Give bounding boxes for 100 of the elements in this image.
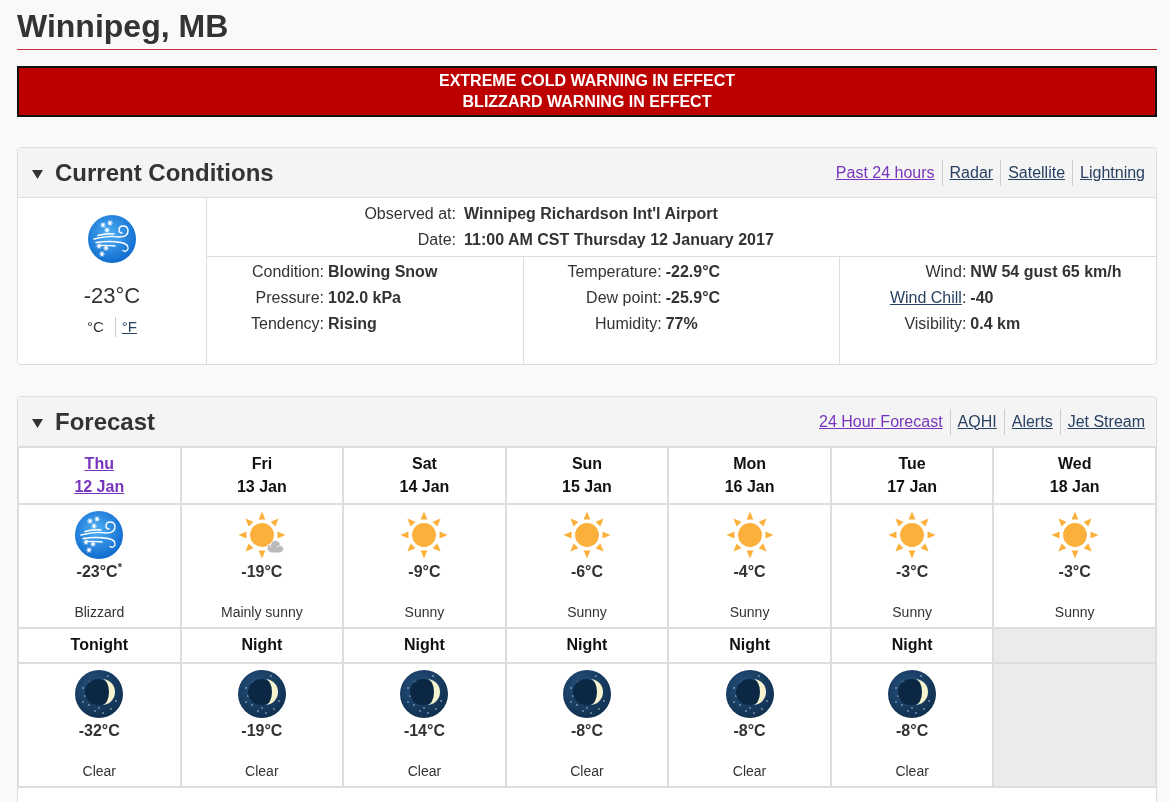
day-name: Tue [898, 454, 926, 474]
forecast-summary: Sunny [1054, 603, 1095, 621]
caret-icon[interactable] [32, 419, 43, 428]
crescent-moon-icon [400, 670, 449, 718]
day-name: Sun [571, 454, 603, 474]
forecast-summary: Sunny [404, 603, 445, 621]
field-value: NW 54 gust 65 km/h [970, 262, 1122, 282]
forecast-temperature: -4°C [733, 562, 766, 582]
section-title: Forecast [55, 406, 156, 437]
sun-icon [725, 511, 774, 559]
night-label: Night [404, 635, 445, 655]
unit-link[interactable]: °F [121, 317, 137, 337]
crescent-moon-icon [563, 670, 611, 718]
header-link[interactable]: Alerts [1011, 411, 1053, 432]
sun-icon [563, 511, 611, 559]
sun-icon [400, 511, 449, 559]
header-link[interactable]: Jet Stream [1067, 411, 1145, 432]
field-value: 0.4 km [970, 314, 1021, 334]
field-value: 11:00 AM CST Thursday 12 January 2017 [464, 230, 774, 250]
field-label: Condition: [251, 262, 324, 282]
warning-text: BLIZZARD WARNING IN EFFECT [462, 92, 712, 112]
forecast-summary: Sunny [567, 603, 607, 621]
header-link[interactable]: Lightning [1080, 162, 1145, 183]
field-value: Winnipeg Richardson Int'l Airport [464, 204, 718, 224]
field-label: Date: [417, 230, 456, 250]
day-date: 18 Jan [1049, 477, 1100, 497]
field-value: Blowing Snow [328, 262, 438, 282]
field-label: Humidity: [595, 314, 662, 334]
field-label: Wind: [925, 262, 967, 282]
forecast-temperature: -8°C [896, 721, 929, 741]
forecast-temperature: -9°C [408, 562, 441, 582]
caret-icon[interactable] [32, 170, 43, 179]
night-label: Night [729, 635, 770, 655]
day-link[interactable]: Thu 12 Jan [74, 452, 125, 498]
field-label: Wind Chill: [889, 288, 967, 308]
field-label: Pressure: [255, 288, 324, 308]
header-link[interactable]: Radar [949, 162, 994, 183]
night-label: Tonight [70, 635, 128, 655]
day-name: Fri [251, 454, 273, 474]
day-name: Mon [733, 454, 766, 474]
day-date: 15 Jan [562, 477, 612, 497]
forecast-summary: Clear [732, 762, 767, 780]
field-value: -22.9°C [665, 262, 721, 282]
blowing-snow-icon [75, 511, 124, 559]
forecast-summary: Clear [570, 762, 604, 780]
field-label-link[interactable]: Wind Chill [889, 289, 962, 306]
field-label: Visibility: [904, 314, 967, 334]
forecast-summary: Blizzard [74, 603, 125, 621]
field-value: 102.0 kPa [328, 288, 401, 308]
forecast-summary: Mainly sunny [221, 603, 303, 621]
day-date: 16 Jan [724, 477, 775, 497]
night-label: Night [891, 635, 933, 655]
field-label: Tendency: [251, 314, 324, 334]
header-link[interactable]: Satellite [1008, 162, 1066, 183]
sun-with-cloud-icon [237, 511, 286, 559]
header-link[interactable]: AQHI [957, 411, 997, 432]
crescent-moon-icon [725, 670, 774, 718]
forecast-summary: Sunny [892, 603, 932, 621]
forecast-temperature: -32°C [78, 721, 120, 741]
unit-option: °C [87, 317, 104, 337]
day-date: 17 Jan [887, 477, 938, 497]
field-label: Observed at: [364, 204, 456, 224]
day-date: 14 Jan [399, 477, 450, 497]
forecast-temperature: -3°C [896, 562, 929, 582]
sun-icon [1050, 511, 1099, 559]
forecast-temperature: -3°C [1058, 562, 1091, 582]
page-title: Winnipeg, MB [17, 6, 1157, 50]
field-value: -40 [970, 288, 994, 308]
day-name: Sat [411, 454, 437, 474]
sun-icon [888, 511, 937, 559]
forecast-summary: Clear [407, 762, 442, 780]
forecast-summary: Clear [895, 762, 929, 780]
header-link[interactable]: Past 24 hours [835, 162, 935, 183]
forecast-temperature: -8°C [570, 721, 604, 741]
forecast-temperature: -19°C [241, 562, 283, 582]
forecast-temperature: -23°C$^{*}$ [76, 561, 122, 582]
crescent-moon-icon [888, 670, 937, 718]
current-temperature: -23°C [83, 282, 141, 310]
field-value: 77% [665, 314, 698, 334]
forecast-temperature: -8°C [733, 721, 766, 741]
crescent-moon-icon [75, 670, 124, 718]
forecast-temperature: -19°C [241, 721, 283, 741]
forecast-temperature: -6°C [570, 562, 604, 582]
field-value: Rising [328, 314, 377, 334]
section-title: Current Conditions [55, 157, 274, 188]
night-label: Night [241, 635, 283, 655]
blowing-snow-icon [88, 215, 136, 263]
warning-text: EXTREME COLD WARNING IN EFFECT [439, 71, 735, 91]
field-value: -25.9°C [665, 288, 721, 308]
forecast-summary: Sunny [729, 603, 770, 621]
header-link[interactable]: 24 Hour Forecast [819, 411, 943, 432]
crescent-moon-icon [237, 670, 286, 718]
night-label: Night [566, 635, 608, 655]
forecast-summary: Clear [245, 762, 279, 780]
field-label: Dew point: [586, 288, 662, 308]
field-label: Temperature: [567, 262, 662, 282]
forecast-temperature: -14°C [403, 721, 445, 741]
day-name: Wed [1057, 454, 1092, 474]
forecast-summary: Clear [82, 762, 116, 780]
day-date: 13 Jan [236, 477, 287, 497]
